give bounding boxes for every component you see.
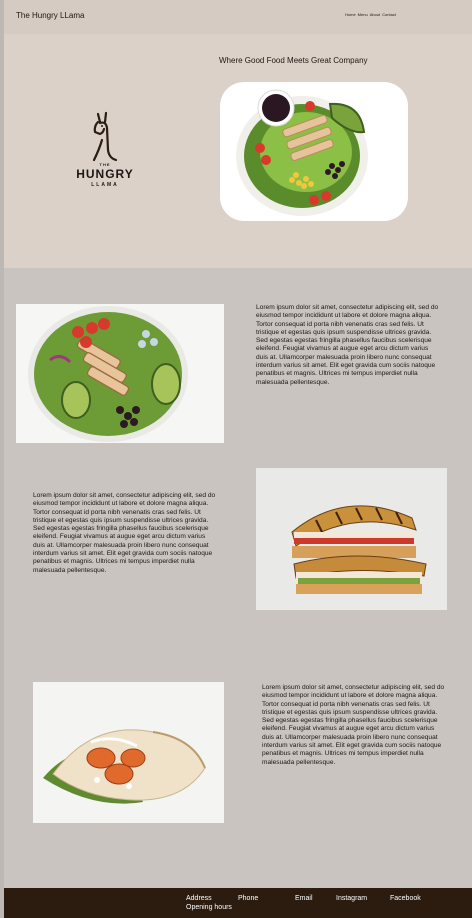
wrap-image <box>33 682 224 823</box>
logo-line3: LLAMA <box>91 182 119 188</box>
nav-contact[interactable]: Contact <box>382 12 396 17</box>
footer-facebook[interactable]: Facebook <box>390 895 421 902</box>
nav-menu[interactable]: Menu <box>358 12 368 17</box>
section-1-text: Lorem ipsum dolor sit amet, consectetur … <box>256 304 439 386</box>
llama-logo: THE HUNGRY LLAMA <box>76 110 134 196</box>
footer-instagram[interactable]: Instagram <box>336 895 367 902</box>
site-brand[interactable]: The Hungry LLama <box>16 11 84 20</box>
llama-icon <box>92 111 118 162</box>
section-3-text: Lorem ipsum dolor sit amet, consectetur … <box>262 684 445 766</box>
nav-home[interactable]: Home <box>345 12 356 17</box>
site-header: The Hungry LLama Home Menu About Contact <box>4 0 472 34</box>
footer-opening-hours[interactable]: Opening hours <box>186 904 232 911</box>
footer-phone[interactable]: Phone <box>238 895 258 902</box>
logo-line2: HUNGRY <box>76 167 134 181</box>
footer-email[interactable]: Email <box>295 895 313 902</box>
main-nav: Home Menu About Contact <box>345 12 396 17</box>
sandwich-image <box>256 468 447 610</box>
site-footer: Address Phone Email Instagram Facebook O… <box>4 888 472 918</box>
salad-bowl-image <box>16 304 224 443</box>
hero-tagline: Where Good Food Meets Great Company <box>219 56 368 65</box>
nav-about[interactable]: About <box>370 12 380 17</box>
section-2-text: Lorem ipsum dolor sit amet, consectetur … <box>33 492 216 574</box>
footer-address[interactable]: Address <box>186 895 212 902</box>
hero-section: Where Good Food Meets Great Company THE … <box>4 34 472 268</box>
hero-salad-image <box>220 82 408 221</box>
